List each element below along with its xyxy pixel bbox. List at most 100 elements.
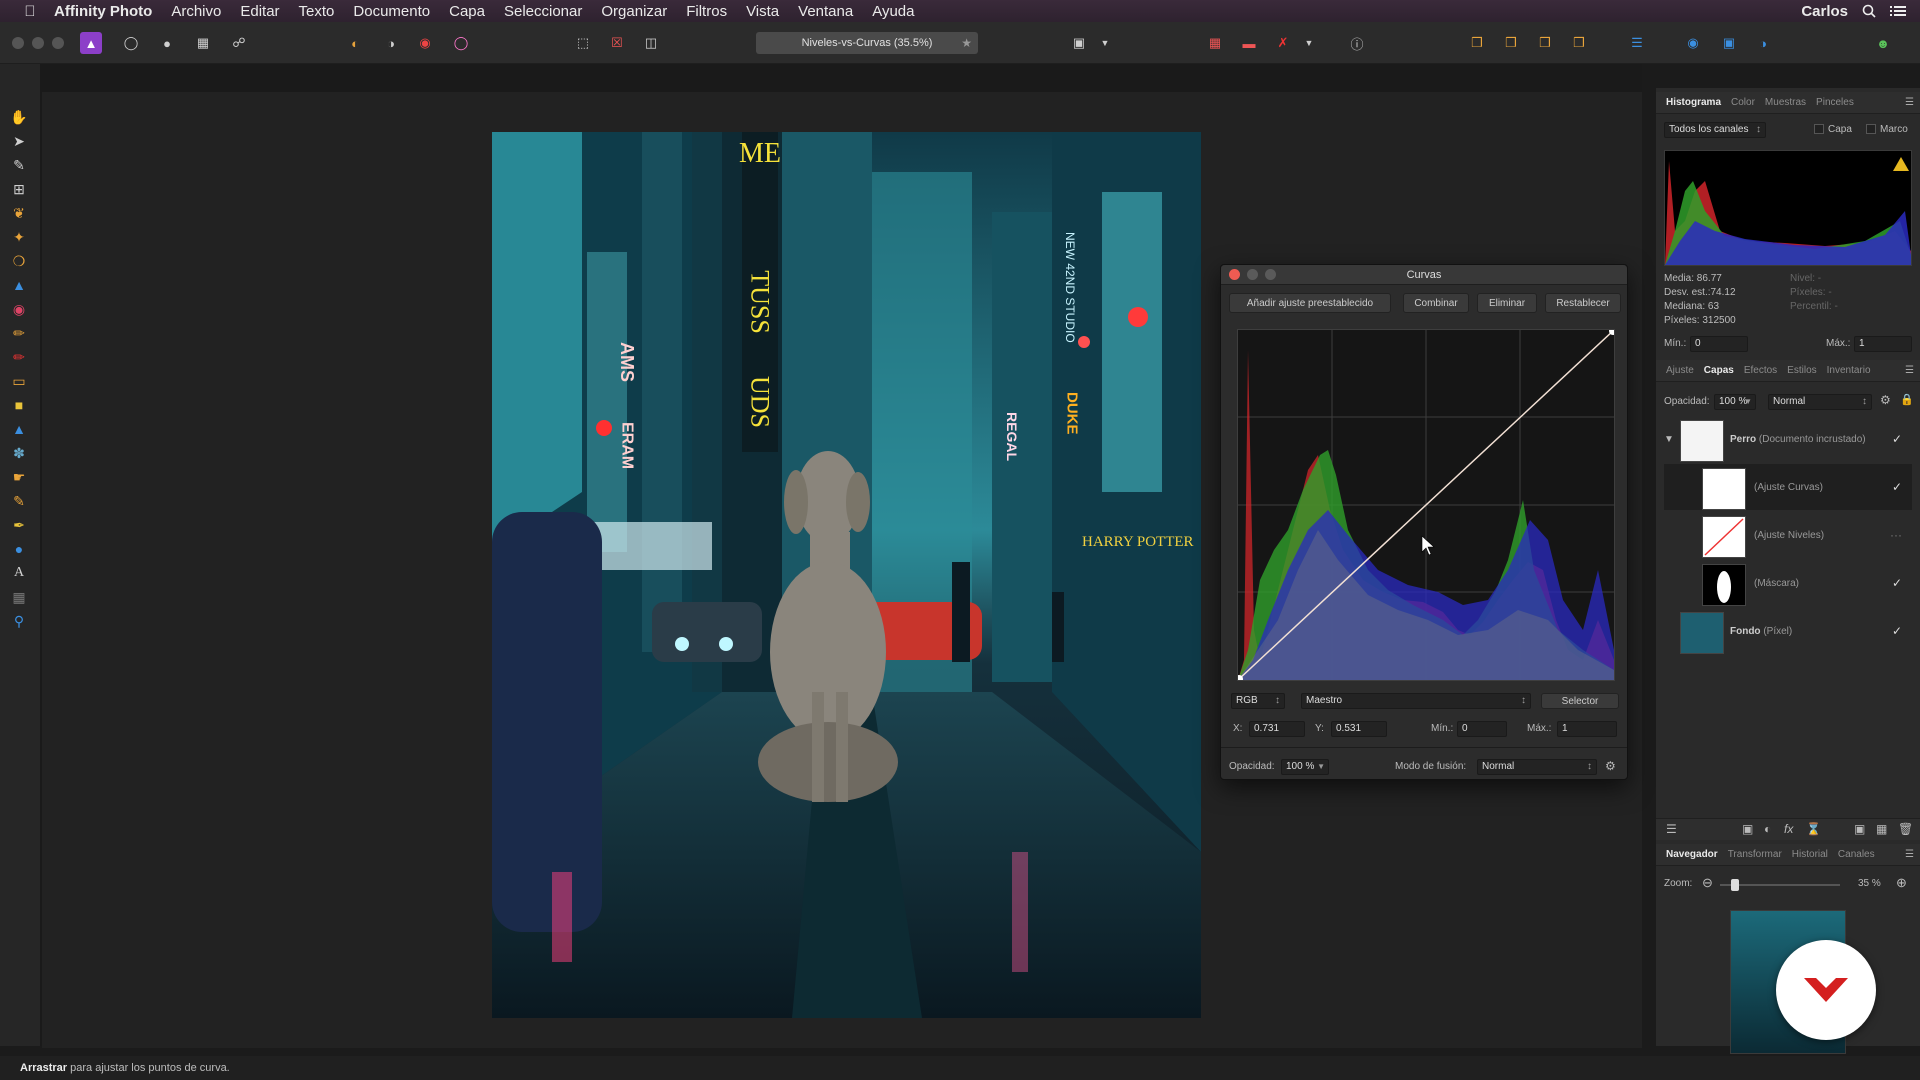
minimize-dialog-button[interactable] bbox=[1247, 269, 1258, 280]
tab-swatches[interactable]: Muestras bbox=[1765, 97, 1806, 108]
trash-icon[interactable]: 🗑 bbox=[1898, 822, 1913, 836]
crop-tool-icon[interactable]: ⊞ bbox=[8, 178, 30, 200]
tab-styles[interactable]: Estilos bbox=[1787, 365, 1816, 376]
assistant-chevron-icon[interactable]: ▼ bbox=[1298, 32, 1320, 54]
snapping-icon[interactable]: ▦ bbox=[1204, 32, 1226, 54]
quick-mask-icon[interactable]: ▣ bbox=[1068, 32, 1090, 54]
live-filter-icon[interactable]: ⌛ bbox=[1806, 822, 1821, 836]
layer-visible-check[interactable]: ✓ bbox=[1892, 432, 1902, 446]
menu-editar[interactable]: Editar bbox=[240, 3, 279, 20]
channels-select[interactable]: Todos los canales ↕ bbox=[1664, 122, 1766, 138]
hand-tool-icon[interactable]: ✋ bbox=[8, 106, 30, 128]
layers-stack-icon[interactable]: ☰ bbox=[1666, 822, 1677, 836]
navigator-menu-icon[interactable]: ☰ bbox=[1905, 849, 1914, 860]
boolean-subtract-icon[interactable]: ▣ bbox=[1718, 32, 1740, 54]
frame-checkbox[interactable] bbox=[1866, 124, 1876, 134]
erase-brush-tool-icon[interactable]: ▭ bbox=[8, 370, 30, 392]
picker-button[interactable]: Selector bbox=[1541, 693, 1619, 709]
red-eye-tool-icon[interactable]: ✎ bbox=[8, 490, 30, 512]
adjustment-layer-icon[interactable]: ◐ bbox=[1764, 822, 1771, 836]
close-dialog-button[interactable] bbox=[1229, 269, 1240, 280]
shape-tool-icon[interactable]: ● bbox=[8, 538, 30, 560]
paint-brush-tool-icon[interactable]: ✏ bbox=[8, 322, 30, 344]
tab-channels[interactable]: Canales bbox=[1838, 849, 1875, 860]
move-tool-icon[interactable]: ➤ bbox=[8, 130, 30, 152]
mesh-warp-tool-icon[interactable]: ▦ bbox=[8, 586, 30, 608]
fx-icon[interactable]: fx bbox=[1784, 822, 1793, 836]
tab-history[interactable]: Historial bbox=[1792, 849, 1828, 860]
menu-ventana[interactable]: Ventana bbox=[798, 3, 853, 20]
arrange-front-icon[interactable]: ❒ bbox=[1568, 32, 1590, 54]
curves-graph[interactable] bbox=[1235, 327, 1617, 683]
deselect-icon[interactable]: ☒ bbox=[606, 32, 628, 54]
star-icon[interactable]: ★ bbox=[961, 36, 972, 50]
auto-colors-icon[interactable]: ◉ bbox=[414, 32, 436, 54]
blemish-tool-icon[interactable]: ✽ bbox=[8, 442, 30, 464]
zoom-dialog-button[interactable] bbox=[1265, 269, 1276, 280]
tab-color[interactable]: Color bbox=[1731, 97, 1755, 108]
tab-layers[interactable]: Capas bbox=[1704, 365, 1734, 376]
layers-menu-icon[interactable]: ☰ bbox=[1905, 365, 1914, 376]
dodge-tool-icon[interactable]: ■ bbox=[8, 394, 30, 416]
align-icon[interactable]: ☰ bbox=[1626, 32, 1648, 54]
layer-row-fondo[interactable]: Fondo (Píxel) ✓ bbox=[1664, 608, 1912, 654]
merge-button[interactable]: Combinar bbox=[1403, 293, 1469, 313]
delete-button[interactable]: Eliminar bbox=[1477, 293, 1537, 313]
arrange-forward-icon[interactable]: ❒ bbox=[1534, 32, 1556, 54]
layer-row-curves[interactable]: (Ajuste Curvas) ✓ bbox=[1664, 464, 1912, 510]
menu-archivo[interactable]: Archivo bbox=[171, 3, 221, 20]
arrange-backward-icon[interactable]: ❒ bbox=[1500, 32, 1522, 54]
tab-effects[interactable]: Efectos bbox=[1744, 365, 1777, 376]
pen-tool-icon[interactable]: ✒ bbox=[8, 514, 30, 536]
liquify-persona-icon[interactable]: ◯ bbox=[120, 32, 142, 54]
mode-select[interactable]: Maestro ↕ bbox=[1301, 693, 1531, 709]
x-input[interactable]: 0.731 bbox=[1249, 721, 1305, 737]
chevron-down-icon[interactable]: ▼ bbox=[1094, 32, 1116, 54]
list-icon[interactable] bbox=[1890, 4, 1906, 18]
menu-vista[interactable]: Vista bbox=[746, 3, 779, 20]
layer-visible-check[interactable]: ✓ bbox=[1892, 480, 1902, 494]
fill-tool-icon[interactable]: ▲ bbox=[8, 274, 30, 296]
minimize-window-button[interactable] bbox=[32, 37, 44, 49]
close-window-button[interactable] bbox=[12, 37, 24, 49]
selection-brush-tool-icon[interactable]: ❦ bbox=[8, 202, 30, 224]
invert-selection-icon[interactable]: ◫ bbox=[640, 32, 662, 54]
layer-checkbox[interactable] bbox=[1814, 124, 1824, 134]
tab-brushes[interactable]: Pinceles bbox=[1816, 97, 1854, 108]
text-tool-icon[interactable]: A bbox=[8, 562, 30, 584]
layer-opacity-input[interactable]: 100 % ▼ bbox=[1714, 394, 1756, 410]
lock-icon[interactable]: 🔒 bbox=[1900, 393, 1914, 406]
layer-row-perro[interactable]: ▼ Perro (Documento incrustado) ✓ bbox=[1664, 416, 1912, 462]
clone-tool-icon[interactable]: ▲ bbox=[8, 418, 30, 440]
share-icon[interactable]: ☍ bbox=[228, 32, 250, 54]
menu-seleccionar[interactable]: Seleccionar bbox=[504, 3, 582, 20]
auto-white-balance-icon[interactable]: ◯ bbox=[450, 32, 472, 54]
max-input[interactable]: 1 bbox=[1557, 721, 1617, 737]
add-preset-button[interactable]: Añadir ajuste preestablecido bbox=[1229, 293, 1391, 313]
auto-contrast-icon[interactable]: ◑ bbox=[380, 32, 402, 54]
zoom-slider-knob[interactable] bbox=[1731, 879, 1740, 891]
hist-max-input[interactable]: 1 bbox=[1854, 336, 1912, 352]
layer-visible-check[interactable]: ✓ bbox=[1892, 624, 1902, 638]
layer-visible-check[interactable]: ··· bbox=[1890, 528, 1902, 542]
gradient-tool-icon[interactable]: ◉ bbox=[8, 298, 30, 320]
search-icon[interactable] bbox=[1862, 4, 1876, 18]
user-account-icon[interactable]: ☻ bbox=[1872, 32, 1894, 54]
layer-blend-select[interactable]: Normal ↕ bbox=[1768, 394, 1872, 410]
tone-mapping-persona-icon[interactable]: ▦ bbox=[192, 32, 214, 54]
select-all-icon[interactable]: ⬚ bbox=[572, 32, 594, 54]
blend-mode-select[interactable]: Normal ↕ bbox=[1477, 759, 1597, 775]
reset-button[interactable]: Restablecer bbox=[1545, 293, 1621, 313]
layer-visible-check[interactable]: ✓ bbox=[1892, 576, 1902, 590]
menu-organizar[interactable]: Organizar bbox=[601, 3, 667, 20]
menu-documento[interactable]: Documento bbox=[353, 3, 430, 20]
expand-chevron-icon[interactable]: ▼ bbox=[1664, 434, 1674, 445]
tab-histogram[interactable]: Histograma bbox=[1666, 97, 1721, 108]
gear-icon[interactable]: ⚙ bbox=[1605, 759, 1616, 773]
document-tab[interactable]: Niveles-vs-Curvas (35.5%) ★ bbox=[756, 32, 978, 54]
min-input[interactable]: 0 bbox=[1457, 721, 1507, 737]
tab-adjustments[interactable]: Ajuste bbox=[1666, 365, 1694, 376]
tab-navigator[interactable]: Navegador bbox=[1666, 849, 1718, 860]
menu-texto[interactable]: Texto bbox=[299, 3, 335, 20]
zoom-in-icon[interactable]: ⊕ bbox=[1896, 875, 1907, 891]
